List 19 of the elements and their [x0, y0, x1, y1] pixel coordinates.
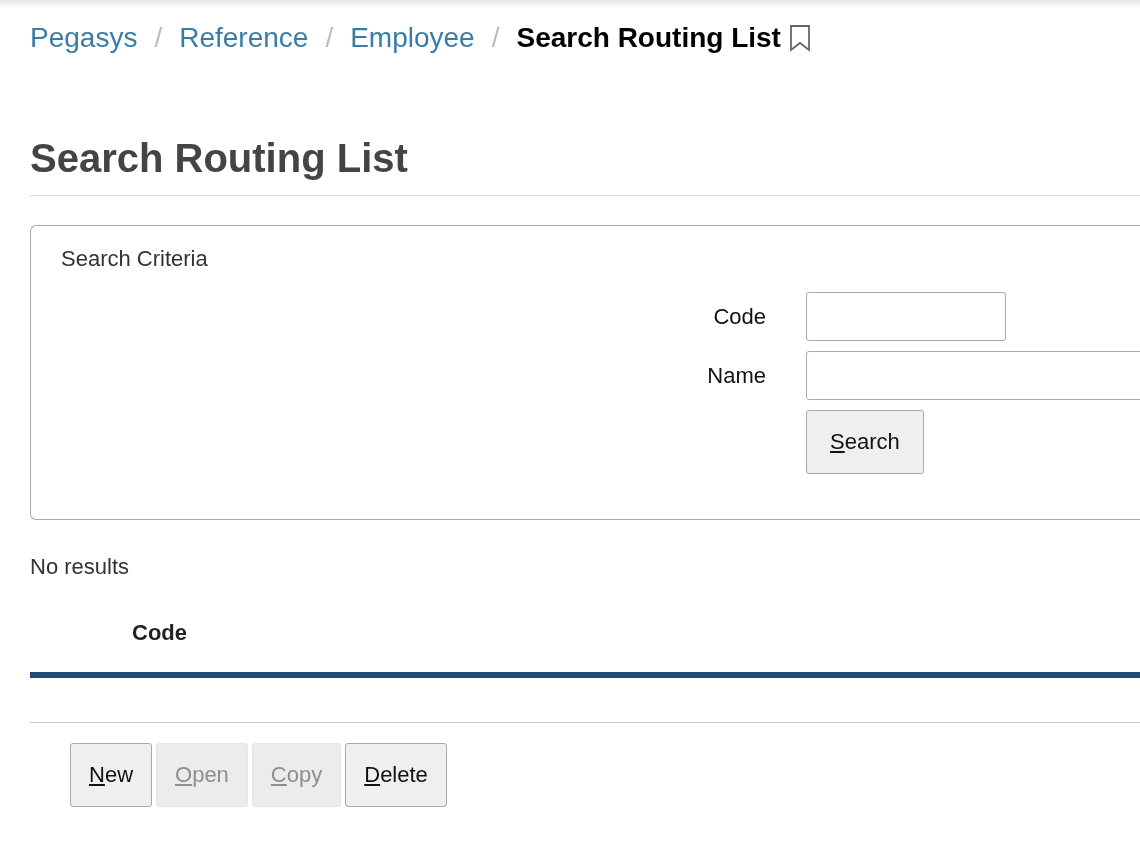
text-field[interactable]: [806, 351, 1140, 400]
breadcrumb-separator: /: [491, 22, 500, 54]
column-header[interactable]: Code: [132, 620, 187, 646]
field-label: Name: [707, 362, 766, 389]
panel-legend: Search Criteria: [61, 246, 1110, 272]
toolbar-button[interactable]: New: [70, 743, 152, 807]
toolbar-button[interactable]: Delete: [345, 743, 447, 807]
breadcrumb-link[interactable]: Reference: [179, 22, 309, 54]
breadcrumb-separator: /: [154, 22, 163, 54]
page-title: Search Routing List: [30, 136, 409, 181]
bookmark-icon[interactable]: [788, 24, 811, 52]
breadcrumb-link[interactable]: Employee: [350, 22, 475, 54]
field-label: Code: [713, 303, 766, 330]
breadcrumb-separator: /: [325, 22, 334, 54]
results-message: No results: [30, 554, 130, 580]
search-button[interactable]: Search: [806, 410, 924, 474]
breadcrumb-link[interactable]: Pegasys: [30, 22, 138, 54]
breadcrumb-current: Search Routing List: [516, 22, 781, 54]
text-field[interactable]: [806, 292, 1006, 341]
